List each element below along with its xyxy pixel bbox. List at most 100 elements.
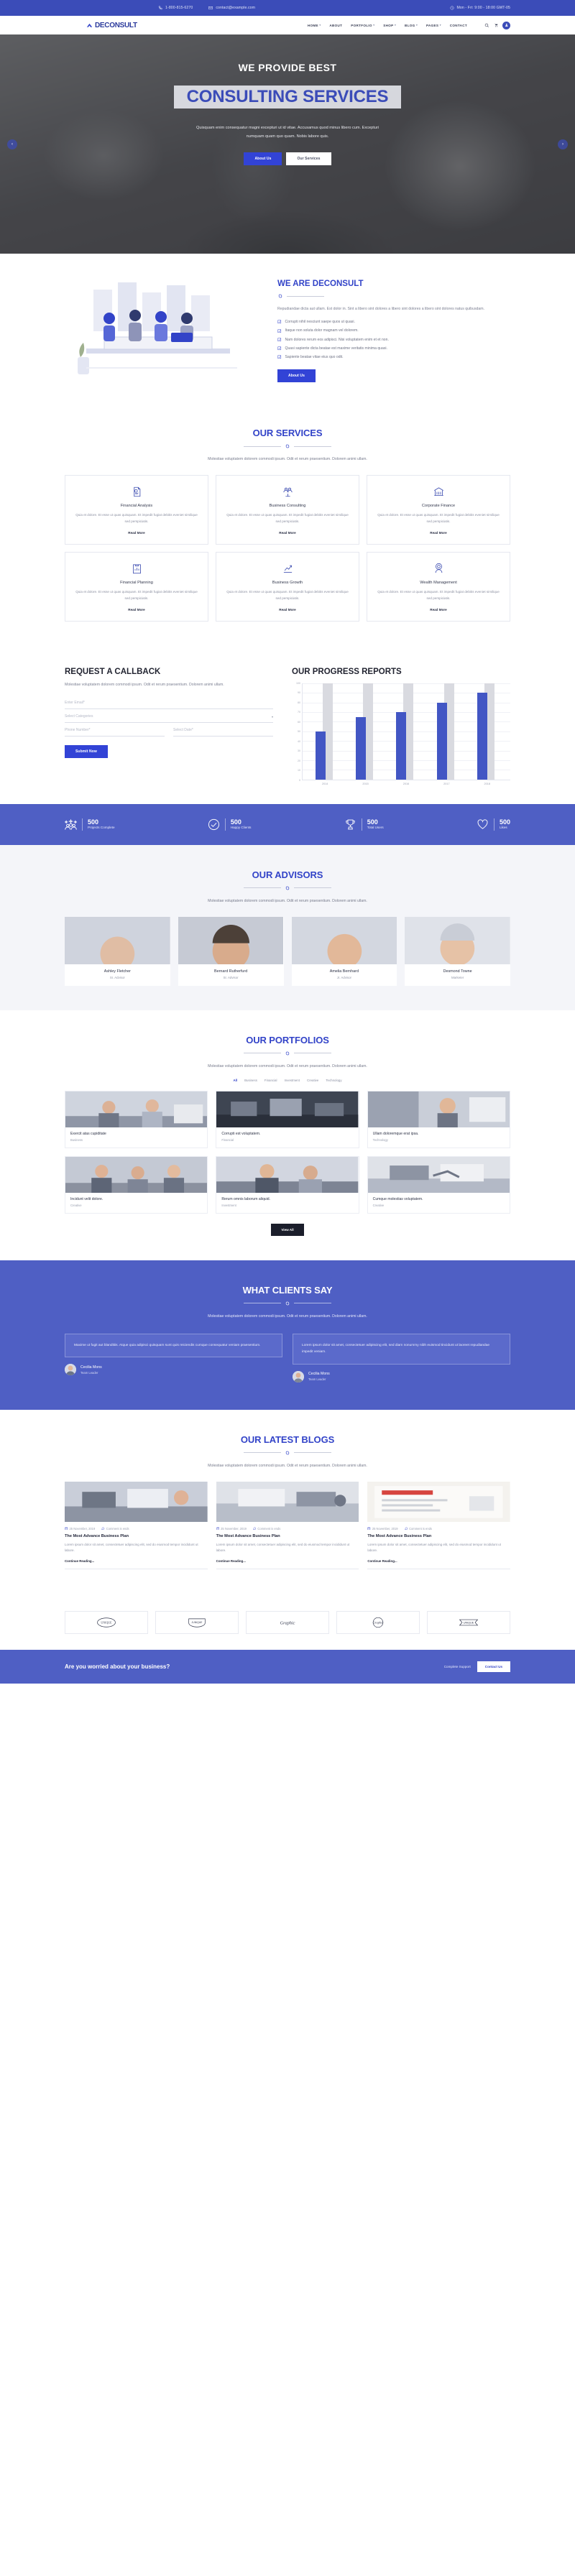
- service-card[interactable]: Financial Analysis Quia et dolore. Et es…: [65, 474, 208, 545]
- svg-text:Graphic: Graphic: [280, 1620, 295, 1625]
- topbar-phone[interactable]: 1-800-815-6270: [158, 6, 193, 10]
- nav-item-about[interactable]: ABOUT: [329, 24, 342, 27]
- filter-all[interactable]: All: [233, 1079, 237, 1082]
- blog-card[interactable]: 25 November, 2019 Comment is ends The Mo…: [65, 1481, 208, 1570]
- read-more-link[interactable]: Read More: [73, 531, 200, 535]
- nav-item-blog[interactable]: BLOG ▾: [405, 24, 418, 27]
- portfolio-card[interactable]: Cumque molestias voluptatem. Creative: [367, 1155, 510, 1214]
- nav-item-portfolio[interactable]: PORTFOLIO ▾: [351, 24, 374, 27]
- cta-text: Complete Support: [443, 1665, 471, 1669]
- hero-next-button[interactable]: ›: [558, 139, 568, 149]
- blog-title[interactable]: The Most Advance Business Plan: [367, 1534, 510, 1538]
- hero-about-button[interactable]: About Us: [244, 152, 282, 166]
- blog-title[interactable]: The Most Advance Business Plan: [65, 1534, 208, 1538]
- continue-reading-link[interactable]: Continue Reading...: [65, 1559, 208, 1570]
- chart-bar-group: [433, 683, 461, 780]
- filter-investment[interactable]: Investment: [284, 1079, 299, 1082]
- portfolio-card[interactable]: Exercit atas cupiditate Business: [65, 1090, 208, 1148]
- calendar-icon: [216, 1527, 220, 1531]
- view-all-button[interactable]: View All: [271, 1223, 304, 1236]
- blog-title[interactable]: The Most Advance Business Plan: [216, 1534, 359, 1538]
- service-card[interactable]: Financial Planning Quia et dolore. Et es…: [65, 551, 208, 622]
- service-card[interactable]: Business Growth Quia et dolore. Et esse …: [216, 551, 359, 622]
- portfolio-image: [216, 1156, 359, 1193]
- topbar-phone-text: 1-800-815-6270: [165, 6, 193, 10]
- client-logo: Graphic: [336, 1611, 420, 1635]
- read-more-link[interactable]: Read More: [224, 608, 351, 611]
- hero-services-button[interactable]: Our Services: [286, 152, 331, 166]
- chart-bar-progress: [436, 702, 447, 780]
- advisors-section: OUR ADVISORS Molestiae voluptatem dolore…: [0, 844, 575, 1010]
- portfolio-card[interactable]: Incidunt velit dolore. Creative: [65, 1155, 208, 1214]
- date-field[interactable]: Select Date*: [173, 723, 273, 737]
- phone-field[interactable]: Phone Number*: [65, 723, 165, 737]
- filter-business[interactable]: Business: [244, 1079, 257, 1082]
- service-card[interactable]: Wealth Management Quia et dolore. Et ess…: [367, 551, 510, 622]
- portfolio-grid: Exercit atas cupiditate Business Corrupti…: [65, 1090, 510, 1214]
- read-more-link[interactable]: Read More: [224, 531, 351, 535]
- portfolio-title: OUR PORTFOLIOS: [246, 1034, 329, 1045]
- chevron-down-icon: ▾: [395, 24, 397, 27]
- nav-item-pages[interactable]: PAGES ▾: [426, 24, 441, 27]
- chart-bar-group: [312, 683, 339, 780]
- chart-y-tick: 20: [298, 759, 300, 762]
- advisor-card[interactable]: Desmond Towne Marketer: [405, 916, 510, 986]
- portfolio-card[interactable]: Rerum omnis laborum aliquid. Investment: [216, 1155, 359, 1214]
- services-section: OUR SERVICES Molestiae voluptatem dolore…: [0, 403, 575, 646]
- filter-creative[interactable]: Creative: [307, 1079, 318, 1082]
- topbar-email[interactable]: contact@example.com: [208, 6, 255, 10]
- callback-title: REQUEST A CALLBACK: [65, 667, 161, 676]
- email-field[interactable]: Enter Email*: [65, 696, 273, 710]
- search-icon[interactable]: [484, 23, 489, 28]
- service-card[interactable]: Corporate Finance Quia et dolore. Et ess…: [367, 474, 510, 545]
- clients-grid: UNIQUE JUNIQUE Graphic Graphic UNIQUE: [65, 1611, 510, 1635]
- advisor-card[interactable]: Bernard Rutherfurd Sr. Advisor: [178, 916, 284, 986]
- read-more-link[interactable]: Read More: [375, 531, 502, 535]
- advisor-card[interactable]: Amelia Bernhard Jr. Advisor: [291, 916, 397, 986]
- continue-reading-link[interactable]: Continue Reading...: [216, 1559, 359, 1570]
- nav-item-shop[interactable]: SHOP ▾: [383, 24, 396, 27]
- counter-label: Happy Clients: [230, 826, 252, 830]
- nav-menu: HOME ▾ ABOUT PORTFOLIO ▾ SHOP ▾ BLOG ▾ PAGES…: [308, 21, 510, 29]
- envelope-icon: [208, 6, 213, 10]
- cta-contact-button[interactable]: Contact Us: [477, 1661, 510, 1673]
- portfolio-card[interactable]: Corrupti est voluptatem. Financial: [216, 1090, 359, 1148]
- client-logo: Graphic: [246, 1611, 329, 1635]
- hero-prev-button[interactable]: ‹: [7, 139, 17, 149]
- chart-x-tick: 2015: [362, 782, 369, 785]
- badge-logo-icon: UNIQUE: [97, 1617, 116, 1628]
- submit-button[interactable]: Submit Now: [65, 745, 108, 759]
- cart-icon[interactable]: [494, 23, 499, 28]
- nav-item-home[interactable]: HOME ▾: [308, 24, 321, 27]
- counters-section: 500 Projects Complete 500 Happy Clients …: [0, 803, 575, 845]
- user-account-button[interactable]: [502, 21, 510, 29]
- counter-value: 500: [88, 818, 99, 826]
- hero-title: CONSULTING SERVICES: [186, 87, 389, 106]
- testimonial-quote: Lorem ipsum dolor sit amet, consectetuer…: [293, 1333, 510, 1365]
- about-button[interactable]: About Us: [277, 369, 316, 382]
- people-star-icon: [64, 818, 78, 831]
- category-select[interactable]: Select Categories ▾: [65, 709, 273, 724]
- comment-icon: [253, 1527, 257, 1531]
- continue-reading-link[interactable]: Continue Reading...: [367, 1559, 510, 1570]
- wallet-person-icon: [375, 562, 502, 576]
- chevron-right-icon: ›: [562, 142, 564, 147]
- testimonial-quote: Maxime ut fugit aut blanditiis. Atque qu…: [65, 1333, 282, 1358]
- client-logo: UNIQUE: [427, 1611, 510, 1635]
- blog-comments: Comment is ends: [253, 1527, 280, 1531]
- service-card[interactable]: Business Consulting Quia et dolore. Et e…: [216, 474, 359, 545]
- read-more-link[interactable]: Read More: [375, 608, 502, 611]
- read-more-link[interactable]: Read More: [73, 608, 200, 611]
- blog-card[interactable]: 25 November, 2019 Comment is ends The Mo…: [367, 1481, 510, 1570]
- calendar-icon: [65, 1527, 68, 1531]
- hero-description: Quisquam enim consequatur magni exceptur…: [196, 126, 380, 139]
- filter-financial[interactable]: Financial: [264, 1079, 277, 1082]
- nav-item-contact[interactable]: CONTACT: [450, 24, 467, 27]
- brand-logo[interactable]: DECONSULT: [86, 22, 137, 29]
- counter-item: 500 Likes: [477, 818, 510, 831]
- blog-card[interactable]: 25 November, 2019 Comment is ends The Mo…: [216, 1481, 359, 1570]
- filter-technology[interactable]: Technology: [326, 1079, 341, 1082]
- advisor-card[interactable]: Ashley Fletcher Sr. Advisor: [65, 916, 170, 986]
- portfolio-card[interactable]: Ullam doloremque erat ipsa. Technology: [367, 1090, 510, 1148]
- svg-text:UNIQUE: UNIQUE: [464, 1622, 474, 1625]
